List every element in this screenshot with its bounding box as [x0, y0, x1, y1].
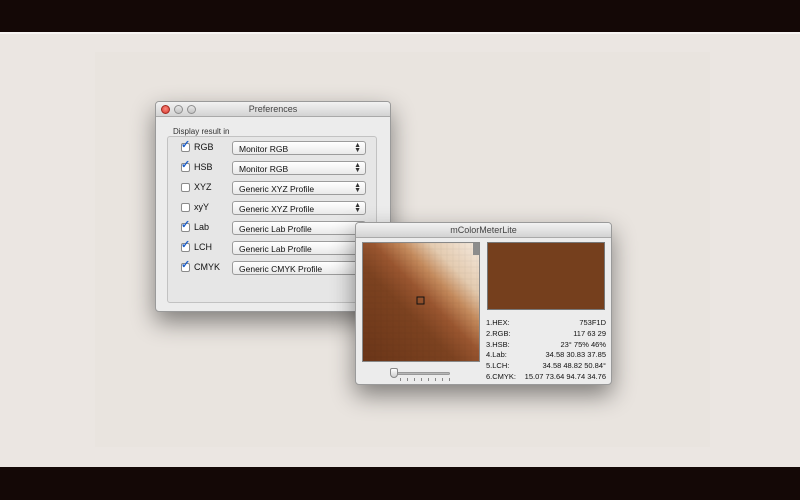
window-title: mColorMeterLite — [450, 225, 517, 235]
lch-checkbox[interactable]: ✓ — [181, 239, 191, 252]
readout-lab: 4.Lab: 34.58 30.83 37.85 — [486, 350, 606, 360]
updown-arrows-icon: ▲▼ — [354, 182, 361, 194]
readout-rgb: 2.RGB: 117 63 29 — [486, 328, 606, 338]
zoom-pixels — [363, 243, 479, 361]
cmyk-profile-select[interactable]: Generic CMYK Profile▲▼ — [232, 261, 366, 275]
readout-hex: 1.HEX: 753F1D — [486, 318, 606, 327]
color-readout: 1.HEX: 753F1D 2.RGB: 117 63 29 3.HSB: 23° 7… — [486, 318, 606, 383]
lab-checkbox[interactable]: ✓ — [181, 219, 191, 232]
letterbox-top — [0, 0, 800, 32]
checkmark-icon: ✓ — [181, 139, 191, 151]
row-cmyk: ✓ CMYK Generic CMYK Profile▲▼ — [170, 259, 366, 275]
meter-titlebar[interactable]: mColorMeterLite — [356, 223, 611, 238]
zoom-slider-knob[interactable] — [390, 368, 398, 378]
row-xyy: xyY Generic XYZ Profile ▲ ▼ — [170, 201, 366, 215]
readout-lch: 5.LCH: 34.58 48.82 50.84° — [486, 361, 606, 371]
xyy-checkbox[interactable] — [181, 203, 190, 212]
cmyk-checkbox[interactable]: ✓ — [181, 259, 191, 272]
xyz-profile-select[interactable]: Generic XYZ Profile ▲ ▼ — [232, 181, 366, 195]
rgb-profile-select[interactable]: Monitor RGB ▲ ▼ — [232, 141, 366, 155]
row-hsb: ✓ HSB Monitor RGB ▲ ▼ — [170, 159, 366, 175]
row-xyz: XYZ Generic XYZ Profile ▲ ▼ — [170, 181, 366, 195]
lch-label: LCH — [194, 242, 213, 252]
updown-arrows-icon: ▲▼ — [354, 202, 361, 214]
lab-profile-select[interactable]: Generic Lab Profile▲▼ — [232, 221, 366, 235]
row-rgb: ✓ RGB Monitor RGB ▲ ▼ — [170, 139, 366, 155]
zoom-loupe[interactable] — [362, 242, 480, 362]
hsb-label: HSB — [194, 162, 213, 172]
xyz-label: XYZ — [194, 182, 212, 192]
cmyk-label: CMYK — [194, 262, 221, 272]
readout-hsb: 3.HSB: 23° 75% 46% — [486, 339, 606, 349]
rgb-label: RGB — [194, 142, 214, 152]
xyy-label: xyY — [194, 202, 210, 212]
checkmark-icon: ✓ — [181, 259, 191, 271]
preferences-titlebar[interactable]: Preferences — [156, 102, 390, 117]
xyy-profile-select[interactable]: Generic XYZ Profile ▲ ▼ — [232, 201, 366, 215]
hsb-profile-select[interactable]: Monitor RGB ▲ ▼ — [232, 161, 366, 175]
checkmark-icon: ✓ — [181, 239, 191, 251]
checkmark-icon: ✓ — [181, 219, 191, 231]
window-title: Preferences — [248, 104, 298, 114]
group-label: Display result in — [173, 127, 230, 136]
color-swatch — [487, 242, 605, 310]
color-meter-window: mColorMeterLite 1.HEX: 753F1D 2.RGB: 117… — [355, 222, 612, 385]
updown-arrows-icon: ▲▼ — [354, 142, 361, 154]
xyz-checkbox[interactable] — [181, 183, 190, 192]
checkmark-icon: ✓ — [181, 159, 191, 171]
lch-profile-select[interactable]: Generic Lab Profile▲▼ — [232, 241, 366, 255]
letterbox-bottom — [0, 467, 800, 500]
rgb-checkbox[interactable]: ✓ — [181, 139, 191, 152]
readout-cmyk: 6.CMYK: 15.07 73.64 94.74 34.76 — [486, 371, 606, 381]
row-lch: ✓ LCH Generic Lab Profile▲▼ — [170, 239, 366, 255]
zoom-slider[interactable] — [390, 368, 450, 381]
hsb-checkbox[interactable]: ✓ — [181, 159, 191, 172]
updown-arrows-icon: ▲▼ — [354, 162, 361, 174]
row-lab: ✓ Lab Generic Lab Profile▲▼ — [170, 219, 366, 235]
lab-label: Lab — [194, 222, 210, 232]
